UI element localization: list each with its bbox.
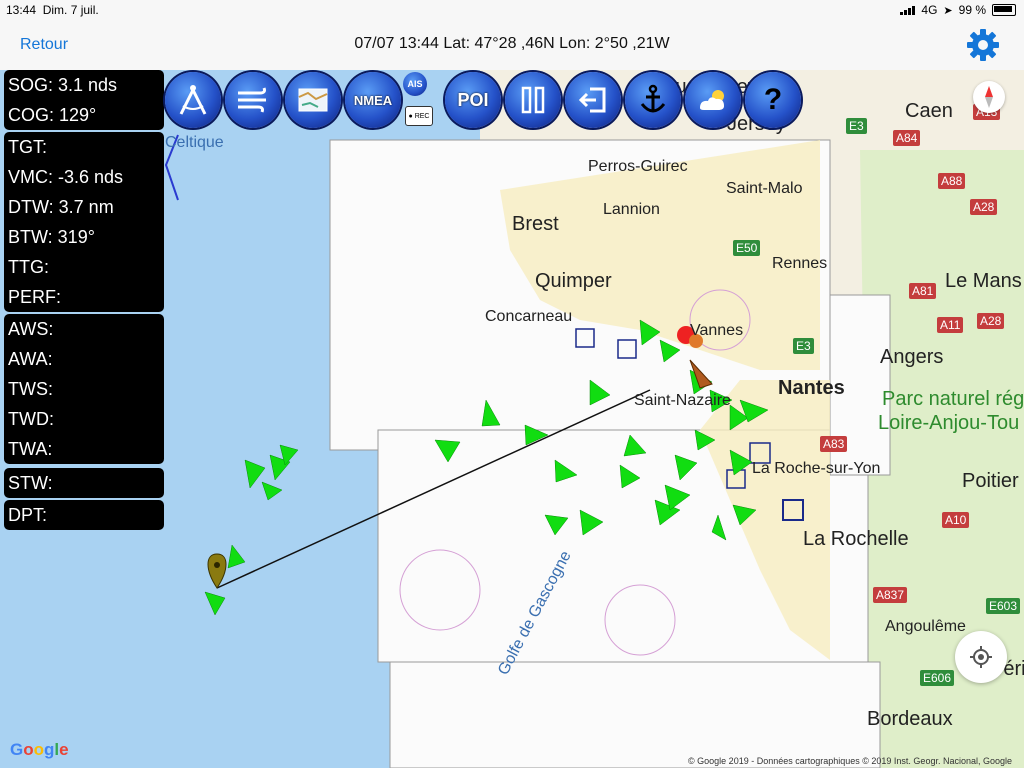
twa-value: TWA: <box>8 439 53 459</box>
tws-value: TWS: <box>8 379 53 399</box>
stw-value: STW: <box>8 473 53 493</box>
map-label-lannion: Lannion <box>603 201 660 218</box>
status-time-date: 13:44 Dim. 7 juil. <box>6 3 99 17</box>
perf-value: PERF: <box>8 287 62 307</box>
battery-icon <box>992 4 1016 16</box>
map-label-caen: Caen <box>905 100 953 122</box>
vmc-value: VMC: -3.6 nds <box>8 167 124 187</box>
twd-value: TWD: <box>8 409 54 429</box>
map-label-saint-nazaire: Saint-Nazaire <box>634 392 731 409</box>
navigation-bar: Retour 07/07 13:44 Lat: 47°28 ,46N Lon: … <box>0 20 1024 71</box>
map-view[interactable]: Celtique Guernesey Jersey Caen Perros-Gu… <box>0 70 1024 768</box>
dtw-value: DTW: 3.7 nm <box>8 197 114 217</box>
locate-me-button[interactable] <box>955 631 1007 683</box>
tgt-value: TGT: <box>8 137 47 157</box>
map-label-brest: Brest <box>512 213 559 235</box>
road-shield-e50: E50 <box>733 240 761 256</box>
nmea-label: NMEA <box>353 92 393 108</box>
road-shield-a88: A88 <box>938 173 966 189</box>
road-shield-a28-south: A28 <box>977 313 1005 329</box>
poi-button[interactable]: POI <box>445 72 501 128</box>
nav-panel-speed: SOG: 3.1 nds COG: 129° <box>4 70 164 130</box>
map-label-quimper: Quimper <box>535 270 612 292</box>
map-label-saint-malo: Saint-Malo <box>726 180 803 197</box>
chart-map-button[interactable] <box>285 72 341 128</box>
sog-value: SOG: 3.1 nds <box>8 75 118 95</box>
btw-value: BTW: 319° <box>8 227 95 247</box>
nav-panel-target: TGT: VMC: -3.6 nds DTW: 3.7 nm BTW: 319°… <box>4 132 164 312</box>
poi-label: POI <box>457 89 489 110</box>
signal-icon <box>900 5 916 15</box>
compass-arrow-icon <box>985 86 993 108</box>
map-label-celtique: Celtique <box>165 134 224 151</box>
road-shield-a28-north: A28 <box>970 199 998 215</box>
exit-button[interactable] <box>565 72 621 128</box>
ais-button[interactable]: AIS <box>403 72 427 96</box>
pause-icon <box>521 86 545 114</box>
map-label-angers: Angers <box>880 346 944 368</box>
nmea-button[interactable]: NMEA <box>345 72 401 128</box>
road-shield-e603: E603 <box>986 598 1021 614</box>
map-icon <box>298 88 328 112</box>
anchor-button[interactable] <box>625 72 681 128</box>
map-label-parc-1: Parc naturel régi <box>882 388 1024 410</box>
map-label-angouleme: Angoulême <box>885 618 966 635</box>
exit-icon <box>578 87 606 113</box>
wind-button[interactable] <box>225 72 281 128</box>
road-shield-a81: A81 <box>909 283 937 299</box>
location-arrow-icon: ➤ <box>943 4 953 17</box>
aws-value: AWS: <box>8 319 54 339</box>
weather-button[interactable] <box>685 72 741 128</box>
wind-icon <box>238 87 266 113</box>
road-shield-a84: A84 <box>893 130 921 146</box>
dpt-value: DPT: <box>8 505 48 525</box>
map-label-la-roche-sur-yon: La Roche-sur-Yon <box>752 460 881 477</box>
status-time: 13:44 <box>6 3 37 17</box>
road-shield-a10: A10 <box>942 512 970 528</box>
status-right: 4G ➤ 99 % <box>900 3 1016 17</box>
map-label-la-rochelle: La Rochelle <box>803 528 909 550</box>
weather-icon <box>700 90 724 110</box>
road-shield-e3-south: E3 <box>793 338 814 354</box>
road-shield-a11: A11 <box>937 317 964 333</box>
cog-value: COG: 129° <box>8 105 97 125</box>
road-shield-a83: A83 <box>820 436 848 452</box>
map-label-parc-2: Loire-Anjou-Tou <box>878 412 1020 434</box>
help-button[interactable]: ? <box>745 72 801 128</box>
record-button[interactable]: ● REC <box>405 106 433 126</box>
map-copyright: © Google 2019 - Données cartographiques … <box>688 756 1012 766</box>
road-shield-e3-north: E3 <box>846 118 867 134</box>
pause-button[interactable] <box>505 72 561 128</box>
compass-divider-button[interactable] <box>165 72 221 128</box>
dpt-panel: DPT: <box>4 500 164 530</box>
map-label-nantes: Nantes <box>778 377 845 399</box>
ttg-value: TTG: <box>8 257 49 277</box>
map-label-bordeaux: Bordeaux <box>867 708 953 730</box>
map-label-poitiers: Poitier <box>962 470 1019 492</box>
road-shield-a837: A837 <box>873 587 908 603</box>
divider-icon <box>179 85 207 115</box>
north-compass-button[interactable] <box>973 81 1005 113</box>
gear-icon[interactable] <box>966 28 1000 62</box>
anchor-icon <box>640 84 666 113</box>
road-shield-e606: E606 <box>920 670 955 686</box>
map-label-vannes: Vannes <box>690 322 744 339</box>
map-label-le-mans: Le Mans <box>945 270 1022 292</box>
network-type: 4G <box>921 3 938 17</box>
map-label-concarneau: Concarneau <box>485 308 573 325</box>
ais-label: AIS <box>407 79 423 89</box>
battery-percent: 99 % <box>958 3 986 17</box>
crosshair-icon <box>970 646 992 668</box>
position-title: 07/07 13:44 Lat: 47°28 ,46N Lon: 2°50 ,2… <box>354 35 670 52</box>
google-logo: Google <box>10 740 69 759</box>
help-label: ? <box>763 83 783 116</box>
map-label-rennes: Rennes <box>772 255 828 272</box>
stw-panel: STW: <box>4 468 164 498</box>
status-bar: 13:44 Dim. 7 juil. 4G ➤ 99 % <box>0 0 1024 20</box>
wind-panel: AWS: AWA: TWS: TWD: TWA: <box>4 314 164 464</box>
status-date: Dim. 7 juil. <box>42 3 99 17</box>
record-label: ● REC <box>408 112 430 120</box>
map-label-perros-guirec: Perros-Guirec <box>588 158 688 175</box>
awa-value: AWA: <box>8 349 53 369</box>
